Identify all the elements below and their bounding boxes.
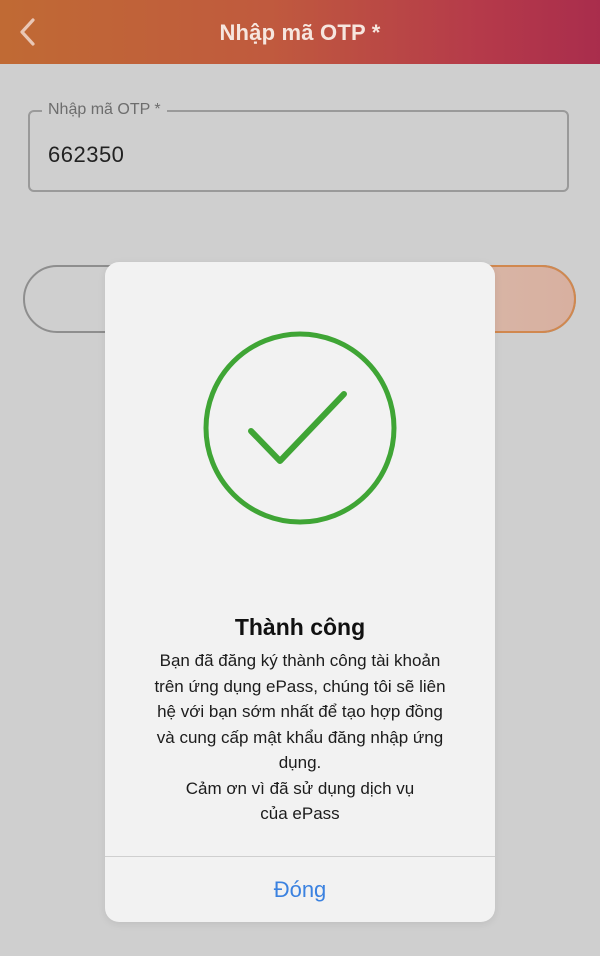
check-circle-icon bbox=[203, 331, 397, 525]
dialog-message-line: hệ với bạn sớm nhất để tạo hợp đồng bbox=[157, 702, 443, 721]
close-button[interactable]: Đóng bbox=[105, 857, 495, 922]
otp-field-label: Nhập mã OTP * bbox=[42, 101, 167, 119]
dialog-message-line: và cung cấp mật khẩu đăng nhập ứng bbox=[156, 727, 444, 747]
dialog-message-line: Cảm ơn vì đã sử dụng dịch vụ bbox=[185, 778, 415, 798]
dialog-message-line: Bạn đã đăng ký thành công tài khoản bbox=[159, 651, 441, 670]
dialog-title: Thành công bbox=[234, 614, 366, 640]
dialog-message: Bạn đã đăng ký thành công tài khoản trên… bbox=[127, 648, 473, 827]
dialog-message-line: của ePass bbox=[260, 804, 340, 823]
success-dialog: Thành công Bạn đã đăng ký thành công tài… bbox=[105, 262, 495, 922]
app-header: Nhập mã OTP * bbox=[0, 0, 600, 64]
otp-field-value[interactable]: 662350 bbox=[48, 142, 124, 168]
dialog-message-line: trên ứng dụng ePass, chúng tôi sẽ liên bbox=[154, 676, 446, 696]
page-title: Nhập mã OTP * bbox=[219, 20, 381, 45]
dialog-message-line: dụng. bbox=[278, 753, 322, 772]
otp-input[interactable]: Nhập mã OTP * 662350 bbox=[28, 101, 569, 192]
